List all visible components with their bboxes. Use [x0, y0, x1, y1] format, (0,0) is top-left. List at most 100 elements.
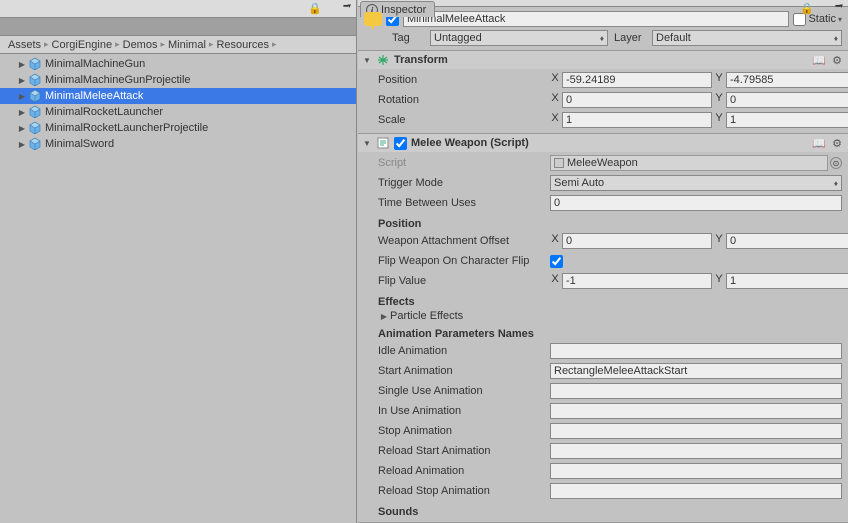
foldout-icon[interactable]: ▶ — [16, 122, 28, 134]
project-panel: 🔒 ▪▪▪▾ Assets▸ CorgiEngine▸ Demos▸ Minim… — [0, 0, 357, 523]
gear-icon[interactable]: ⚙ — [830, 136, 844, 150]
asset-row[interactable]: ▶ MinimalRocketLauncher — [0, 104, 356, 120]
help-icon[interactable]: 📖 — [812, 136, 826, 150]
flipval-y-input[interactable] — [726, 273, 848, 289]
chevron-down-icon[interactable]: ▾ — [838, 15, 842, 24]
gameobject-name-input[interactable] — [403, 11, 789, 27]
rotation-x-input[interactable] — [562, 92, 712, 108]
asset-row[interactable]: ▶MinimalMachineGun — [0, 56, 356, 72]
foldout-icon[interactable]: ▼ — [362, 54, 372, 66]
tbu-label: Time Between Uses — [378, 197, 550, 209]
script-icon — [376, 136, 390, 150]
tbu-input[interactable] — [550, 195, 842, 211]
component-title: Transform — [394, 54, 808, 66]
flip-checkbox[interactable] — [550, 255, 563, 268]
breadcrumb[interactable]: Assets▸ CorgiEngine▸ Demos▸ Minimal▸ Res… — [0, 36, 356, 54]
rotation-label: Rotation — [378, 94, 550, 106]
scale-y-input[interactable] — [726, 112, 848, 128]
tab-label: Inspector — [381, 4, 426, 16]
tag-dropdown[interactable]: Untagged♦ — [430, 30, 608, 46]
component-transform: ▼ Transform 📖 ⚙ PositionXYZ RotationXYZ … — [358, 51, 848, 134]
rotation-y-input[interactable] — [726, 92, 848, 108]
layer-dropdown[interactable]: Default♦ — [652, 30, 842, 46]
wao-y-input[interactable] — [726, 233, 848, 249]
panel-menu-icon[interactable]: ▪▪▪▾ — [343, 2, 350, 10]
reloadstop-anim-label: Reload Stop Animation — [378, 485, 550, 497]
flip-label: Flip Weapon On Character Flip — [378, 255, 550, 267]
reload-anim-input[interactable] — [550, 463, 842, 479]
start-anim-input[interactable] — [550, 363, 842, 379]
asset-label: MinimalSword — [44, 138, 114, 150]
trigger-mode-dropdown[interactable]: Semi Auto♦ — [550, 175, 842, 191]
chevron-right-icon: ▸ — [209, 39, 214, 50]
chevron-right-icon: ▸ — [115, 39, 120, 50]
asset-row[interactable]: ▶ MinimalRocketLauncherProjectile — [0, 120, 356, 136]
flipval-label: Flip Value — [378, 275, 550, 287]
stop-anim-label: Stop Animation — [378, 425, 550, 437]
script-label: Script — [378, 157, 550, 169]
script-field: MeleeWeapon — [550, 155, 828, 171]
lock-icon[interactable]: 🔒 — [800, 2, 814, 15]
particle-effects-label: Particle Effects — [390, 310, 463, 322]
component-enabled-checkbox[interactable] — [394, 137, 407, 150]
foldout-icon[interactable]: ▶ — [16, 106, 28, 118]
chevron-right-icon: ▸ — [272, 39, 277, 50]
wao-x-input[interactable] — [562, 233, 712, 249]
inuse-anim-input[interactable] — [550, 403, 842, 419]
idle-anim-label: Idle Animation — [378, 345, 550, 357]
breadcrumb-item[interactable]: CorgiEngine — [52, 39, 113, 51]
scale-x-input[interactable] — [562, 112, 712, 128]
reloadstart-anim-input[interactable] — [550, 443, 842, 459]
chevron-down-icon: ♦ — [600, 34, 604, 43]
component-header[interactable]: ▼ Transform 📖 ⚙ — [358, 51, 848, 69]
reload-anim-label: Reload Animation — [378, 465, 550, 477]
reloadstop-anim-input[interactable] — [550, 483, 842, 499]
project-toolbar: 🔒 ▪▪▪▾ — [0, 0, 356, 18]
single-anim-label: Single Use Animation — [378, 385, 550, 397]
position-header: Position — [378, 218, 842, 230]
start-anim-label: Start Animation — [378, 365, 550, 377]
asset-label: MinimalRocketLauncher — [44, 106, 163, 118]
foldout-icon[interactable]: ▶ — [16, 58, 28, 70]
single-anim-input[interactable] — [550, 383, 842, 399]
object-picker-icon[interactable]: ⊙ — [830, 157, 842, 169]
gear-icon[interactable]: ⚙ — [830, 53, 844, 67]
foldout-icon[interactable]: ▼ — [362, 137, 372, 149]
anim-header: Animation Parameters Names — [378, 328, 842, 340]
idle-anim-input[interactable] — [550, 343, 842, 359]
scale-label: Scale — [378, 114, 550, 126]
asset-label: MinimalRocketLauncherProjectile — [44, 122, 208, 134]
panel-menu-icon[interactable]: ▪▪▪▾ — [835, 2, 842, 10]
project-tabbar — [0, 18, 356, 36]
inuse-anim-label: In Use Animation — [378, 405, 550, 417]
stop-anim-input[interactable] — [550, 423, 842, 439]
asset-row[interactable]: ▶MinimalMeleeAttack — [0, 88, 356, 104]
reloadstart-anim-label: Reload Start Animation — [378, 445, 550, 457]
asset-row[interactable]: ▶ MinimalSword — [0, 136, 356, 152]
breadcrumb-item[interactable]: Resources — [216, 39, 269, 51]
position-label: Position — [378, 74, 550, 86]
foldout-icon[interactable]: ▶ — [16, 90, 28, 102]
trigger-mode-label: Trigger Mode — [378, 177, 550, 189]
position-x-input[interactable] — [562, 72, 712, 88]
effects-header: Effects — [378, 296, 842, 308]
foldout-icon[interactable]: ▶ — [16, 74, 28, 86]
help-icon[interactable]: 📖 — [812, 53, 826, 67]
asset-row[interactable]: ▶MinimalMachineGunProjectile — [0, 72, 356, 88]
asset-tree: ▶MinimalMachineGun▶MinimalMachineGunProj… — [0, 54, 356, 152]
lock-icon[interactable]: 🔒 — [308, 2, 322, 15]
breadcrumb-item[interactable]: Assets — [8, 39, 41, 51]
position-y-input[interactable] — [726, 72, 848, 88]
flipval-x-input[interactable] — [562, 273, 712, 289]
chevron-right-icon: ▸ — [44, 39, 49, 50]
component-header[interactable]: ▼ Melee Weapon (Script) 📖 ⚙ — [358, 134, 848, 152]
gameobject-icon[interactable] — [364, 12, 382, 26]
breadcrumb-item[interactable]: Minimal — [168, 39, 206, 51]
foldout-icon[interactable]: ▶ — [378, 310, 390, 322]
breadcrumb-item[interactable]: Demos — [123, 39, 158, 51]
chevron-right-icon: ▸ — [160, 39, 165, 50]
tag-label: Tag — [392, 32, 424, 44]
sounds-header: Sounds — [378, 506, 842, 518]
chevron-down-icon: ♦ — [834, 179, 838, 188]
foldout-icon[interactable]: ▶ — [16, 138, 28, 150]
